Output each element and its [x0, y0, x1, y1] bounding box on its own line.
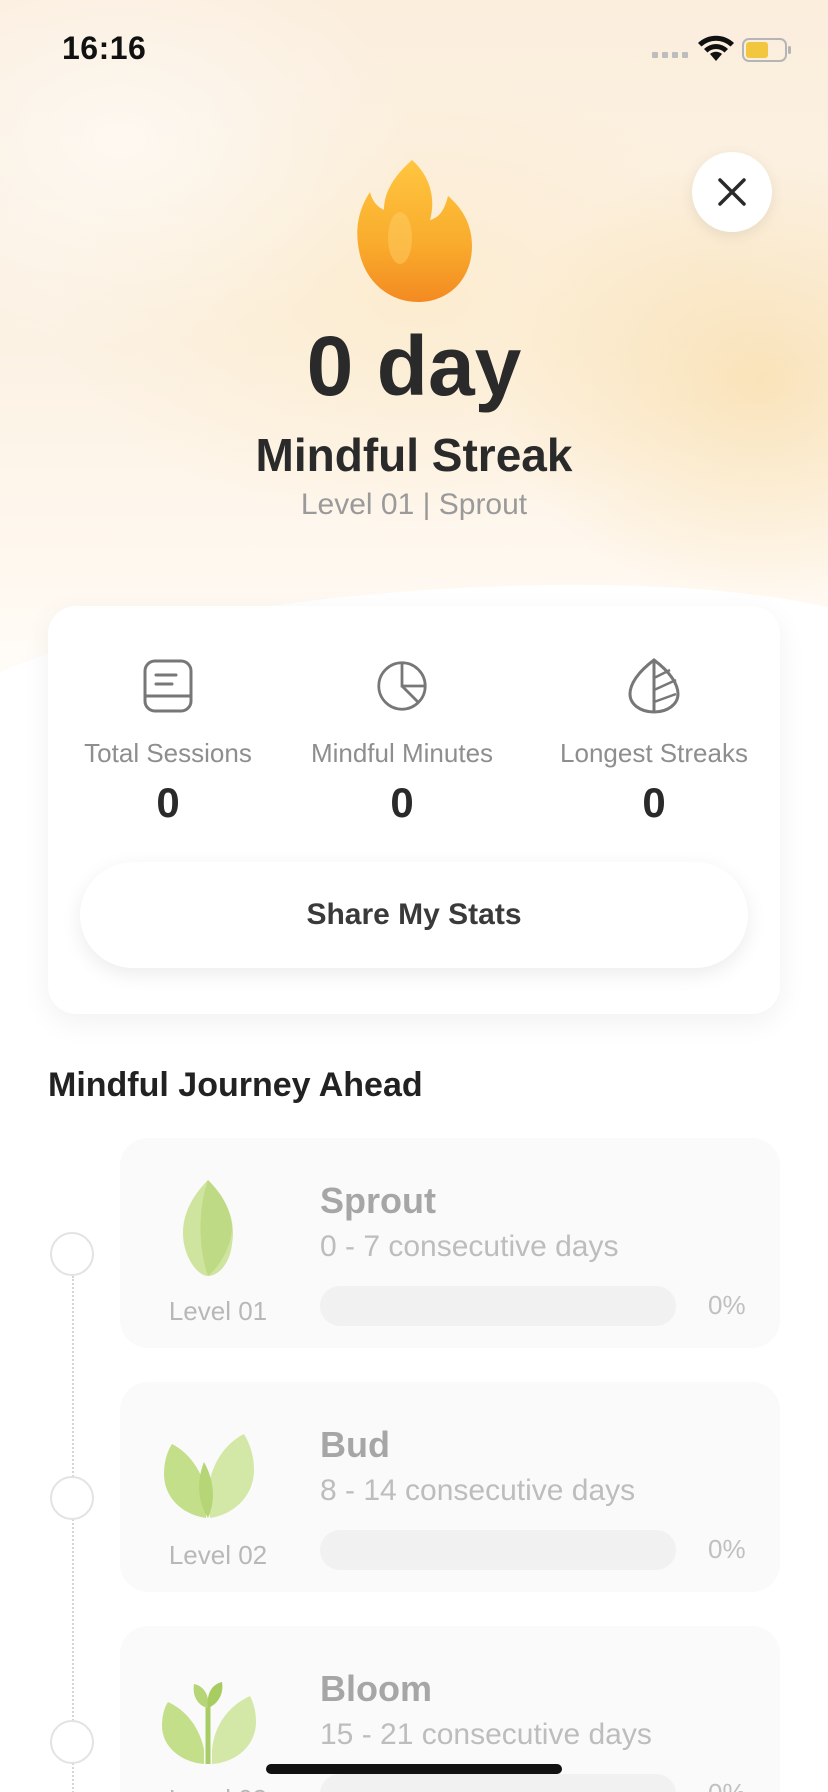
leaf-icon [628, 658, 680, 714]
level-progress-percent: 0% [708, 1778, 746, 1792]
level-number: Level 01 [168, 1296, 268, 1326]
close-icon [718, 178, 746, 206]
level-number: Level 03 [148, 1784, 288, 1792]
timeline-dot [50, 1232, 94, 1276]
level-number: Level 02 [168, 1540, 268, 1570]
stat-total-sessions: Total Sessions 0 [48, 658, 288, 827]
level-card: Level 01 Sprout 0 - 7 consecutive days 0… [120, 1138, 780, 1348]
level-name: Sprout [320, 1180, 436, 1221]
streak-level: Level 01 | Sprout [300, 488, 528, 521]
cellular-signal-icon [652, 52, 688, 58]
flame-icon [357, 160, 472, 302]
status-time: 16:16 [62, 30, 147, 66]
bud-icon [164, 1434, 254, 1518]
stat-longest-streaks: Longest Streaks 0 [534, 658, 774, 827]
pie-chart-icon [377, 661, 427, 711]
stat-label: Total Sessions [84, 738, 252, 768]
level-name: Bud [320, 1424, 390, 1465]
bloom-icon [162, 1682, 256, 1764]
stat-label: Mindful Minutes [310, 738, 494, 768]
close-button[interactable] [692, 152, 772, 232]
level-progress-bar [320, 1774, 676, 1792]
sprout-icon [183, 1180, 233, 1276]
level-card: Level 02 Bud 8 - 14 consecutive days 0% [120, 1382, 780, 1592]
streak-days: 0 day [306, 319, 522, 413]
timeline-dot [50, 1720, 94, 1764]
level-range: 15 - 21 consecutive days [320, 1718, 652, 1751]
wifi-icon [698, 35, 734, 61]
battery-icon [742, 38, 791, 62]
status-bar: 16:16 [0, 0, 828, 100]
stat-label: Longest Streaks [560, 738, 748, 768]
journey-title: Mindful Journey Ahead [48, 1066, 423, 1104]
level-item-sprout[interactable]: Level 01 Sprout 0 - 7 consecutive days 0… [0, 1138, 828, 1348]
stat-value: 0 [642, 779, 666, 826]
journal-icon [143, 659, 193, 713]
timeline-dot [50, 1476, 94, 1520]
level-range: 8 - 14 consecutive days [320, 1474, 636, 1507]
stat-mindful-minutes: Mindful Minutes 0 [282, 658, 522, 827]
level-progress-bar [320, 1530, 676, 1570]
level-progress-bar [320, 1286, 676, 1326]
stat-value: 0 [390, 779, 414, 826]
share-stats-button[interactable]: Share My Stats [80, 862, 748, 968]
stats-card: Total Sessions 0 Mindful Minutes 0 Longe… [48, 606, 780, 1014]
stat-value: 0 [156, 779, 180, 826]
streak-title: Mindful Streak [255, 429, 573, 481]
level-range: 0 - 7 consecutive days [320, 1230, 619, 1263]
level-item-bud[interactable]: Level 02 Bud 8 - 14 consecutive days 0% [0, 1382, 828, 1592]
home-indicator[interactable] [266, 1764, 562, 1774]
level-progress-percent: 0% [708, 1534, 746, 1564]
level-name: Bloom [320, 1668, 432, 1709]
level-progress-percent: 0% [708, 1290, 746, 1320]
